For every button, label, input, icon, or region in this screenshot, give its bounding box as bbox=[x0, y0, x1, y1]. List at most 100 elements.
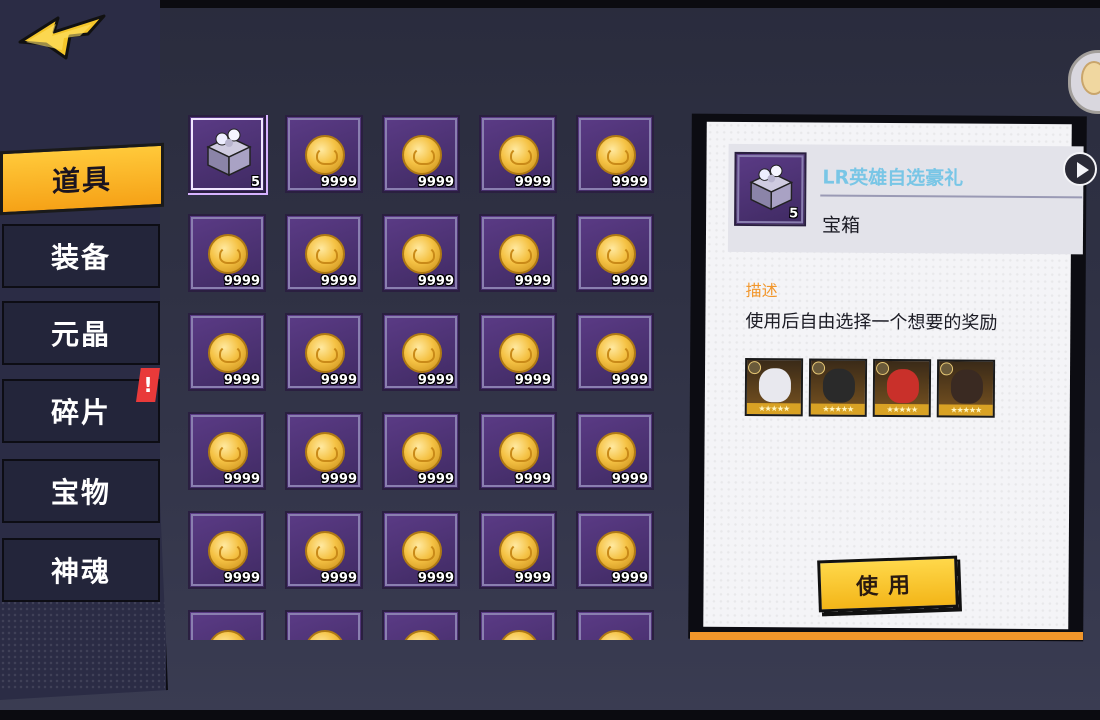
hero-portrait bbox=[758, 368, 792, 403]
grid-item[interactable]: 9999 bbox=[188, 511, 266, 589]
tab-soul[interactable]: 神魂 bbox=[2, 538, 160, 602]
grid-item[interactable]: 9999 bbox=[285, 115, 363, 193]
gold-coin-icon bbox=[596, 531, 636, 571]
grid-item[interactable]: 9999 bbox=[576, 115, 654, 193]
bottom-bar bbox=[0, 710, 1100, 720]
grid-item[interactable] bbox=[479, 610, 557, 640]
item-qty: 9999 bbox=[611, 472, 648, 487]
reward-hero-red-hair[interactable]: ★★★★★ bbox=[872, 358, 932, 418]
sidebar-pattern bbox=[0, 600, 165, 690]
item-qty: 9999 bbox=[417, 274, 454, 289]
reward-list: ★★★★★ ★★★★★ ★★★★★ ★★★★★ bbox=[744, 358, 1005, 420]
grid-item[interactable]: 9999 bbox=[285, 511, 363, 589]
item-qty: 9999 bbox=[514, 373, 551, 388]
inventory-grid: 5 9999 9999 9999 9999 9999 9999 9999 9999 9999 999… bbox=[188, 115, 658, 640]
panel-body: 5 LR英雄自选豪礼 宝箱 描述 使用后自由选择一个想要的奖励 ★★★★★ ★★★… bbox=[703, 121, 1084, 630]
gold-coin-icon bbox=[499, 333, 539, 373]
gold-coin-icon bbox=[596, 432, 636, 472]
grid-item[interactable] bbox=[576, 610, 654, 640]
tab-items[interactable]: 道具 bbox=[0, 142, 164, 216]
item-type: 宝箱 bbox=[821, 214, 861, 237]
item-qty: 9999 bbox=[223, 472, 260, 487]
item-qty: 9999 bbox=[320, 373, 357, 388]
reward-hero-white-hair[interactable]: ★★★★★ bbox=[744, 358, 804, 417]
grid-item[interactable]: 9999 bbox=[382, 511, 460, 589]
item-name: LR英雄自选豪礼 bbox=[822, 166, 964, 190]
grid-item[interactable]: 9999 bbox=[576, 511, 654, 589]
gold-coin-icon bbox=[305, 135, 345, 175]
grid-item[interactable]: 9999 bbox=[479, 412, 557, 490]
item-qty: 9999 bbox=[320, 175, 357, 190]
grid-item[interactable]: 9999 bbox=[382, 412, 460, 490]
gold-coin-icon bbox=[305, 333, 345, 373]
use-button[interactable]: 使用 bbox=[817, 555, 959, 613]
grid-item[interactable]: 9999 bbox=[479, 115, 557, 193]
grid-item[interactable] bbox=[382, 610, 460, 640]
hero-portrait bbox=[950, 369, 984, 404]
gold-coin-icon bbox=[208, 234, 248, 274]
item-qty: 9999 bbox=[417, 472, 454, 487]
grid-item[interactable]: 9999 bbox=[576, 313, 654, 391]
play-icon[interactable] bbox=[1063, 152, 1097, 186]
grid-item[interactable]: 9999 bbox=[576, 214, 654, 292]
gold-coin-icon bbox=[499, 135, 539, 175]
grid-item[interactable]: 9999 bbox=[382, 214, 460, 292]
tab-label: 神魂 bbox=[50, 555, 111, 588]
avatar[interactable] bbox=[1068, 50, 1100, 114]
gift-chest-icon bbox=[206, 128, 252, 177]
grid-item[interactable]: 9999 bbox=[576, 412, 654, 490]
gold-coin-icon bbox=[208, 630, 248, 640]
gold-coin-icon bbox=[402, 432, 442, 472]
star-rating-icon: ★★★★★ bbox=[810, 403, 865, 415]
item-qty: 9999 bbox=[611, 175, 648, 190]
top-bar bbox=[0, 0, 1100, 8]
grid-item[interactable]: 9999 bbox=[285, 313, 363, 391]
rank-icon bbox=[748, 361, 762, 375]
gold-coin-icon bbox=[402, 630, 442, 640]
grid-item[interactable]: 9999 bbox=[382, 313, 460, 391]
item-qty: 9999 bbox=[514, 571, 551, 586]
gold-coin-icon bbox=[305, 531, 345, 571]
gold-coin-icon bbox=[402, 234, 442, 274]
tab-fragments[interactable]: 碎片 bbox=[2, 379, 160, 443]
grid-item[interactable]: 9999 bbox=[285, 412, 363, 490]
grid-item[interactable] bbox=[285, 610, 363, 640]
item-qty: 9999 bbox=[223, 571, 260, 586]
grid-item[interactable]: 9999 bbox=[382, 115, 460, 193]
gold-coin-icon bbox=[596, 234, 636, 274]
rank-icon bbox=[812, 361, 826, 375]
grid-item[interactable]: 9999 bbox=[188, 412, 266, 490]
rank-icon bbox=[940, 362, 954, 376]
tab-treasure[interactable]: 宝物 bbox=[2, 459, 160, 523]
reward-hero-dark-hair[interactable]: ★★★★★ bbox=[936, 359, 996, 418]
tab-crystal[interactable]: 元晶 bbox=[2, 301, 160, 365]
item-header: 5 LR英雄自选豪礼 宝箱 bbox=[727, 143, 1084, 255]
item-thumbnail: 5 bbox=[734, 151, 807, 227]
grid-item[interactable]: 5 bbox=[188, 115, 266, 193]
item-qty: 9999 bbox=[611, 373, 648, 388]
item-qty: 5 bbox=[250, 175, 260, 190]
item-qty: 9999 bbox=[514, 472, 551, 487]
star-rating-icon: ★★★★★ bbox=[938, 404, 993, 416]
back-arrow-icon[interactable] bbox=[18, 12, 108, 62]
item-qty: 9999 bbox=[417, 571, 454, 586]
gold-coin-icon bbox=[305, 630, 345, 640]
grid-item[interactable]: 9999 bbox=[479, 313, 557, 391]
tab-equipment[interactable]: 装备 bbox=[2, 224, 160, 288]
gold-coin-icon bbox=[499, 432, 539, 472]
gold-coin-icon bbox=[208, 333, 248, 373]
reward-hero-black-hair[interactable]: ★★★★★ bbox=[808, 358, 868, 417]
gold-coin-icon bbox=[402, 135, 442, 175]
grid-item[interactable] bbox=[188, 610, 266, 640]
grid-item[interactable]: 9999 bbox=[479, 511, 557, 589]
grid-item[interactable]: 9999 bbox=[479, 214, 557, 292]
divider bbox=[820, 194, 1083, 199]
grid-item[interactable]: 9999 bbox=[188, 214, 266, 292]
hero-portrait bbox=[886, 368, 920, 404]
item-qty: 9999 bbox=[611, 571, 648, 586]
gold-coin-icon bbox=[596, 630, 636, 640]
gold-coin-icon bbox=[208, 531, 248, 571]
grid-item[interactable]: 9999 bbox=[188, 313, 266, 391]
item-qty: 5 bbox=[789, 206, 799, 222]
grid-item[interactable]: 9999 bbox=[285, 214, 363, 292]
